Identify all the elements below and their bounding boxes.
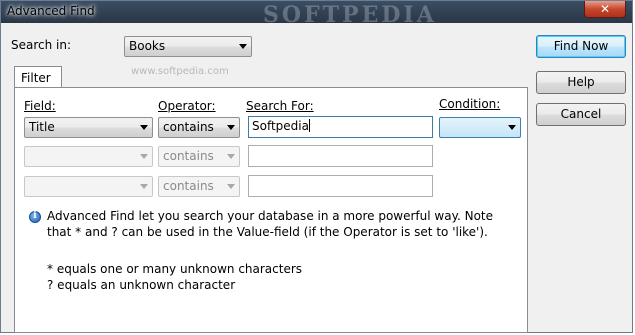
operator-select-2[interactable]: contains [158, 146, 240, 167]
search-for-input-1[interactable]: Softpedia [248, 116, 433, 138]
search-for-input-2[interactable] [248, 145, 433, 167]
watermark-url: www.softpedia.com [131, 66, 229, 77]
chevron-down-icon [239, 44, 247, 49]
tab-filter[interactable]: Filter [14, 66, 62, 88]
cancel-button[interactable]: Cancel [536, 103, 626, 126]
condition-select-1[interactable] [439, 117, 521, 138]
search-in-value: Books [129, 39, 166, 53]
operator-header: Operator: [158, 99, 216, 113]
search-in-select[interactable]: Books [124, 36, 252, 57]
chevron-down-icon [140, 184, 148, 189]
field-header: Field: [24, 99, 56, 113]
info-line-2: that * and ? can be used in the Value-fi… [47, 225, 488, 239]
tab-filter-label: Filter [21, 71, 51, 85]
info-icon: i [29, 211, 41, 223]
text-caret [308, 119, 310, 132]
advanced-find-window: SOFTPEDIA Advanced Find ✕ Search in: Boo… [0, 0, 633, 333]
field-select-2[interactable] [24, 146, 153, 167]
condition-header: Condition: [439, 97, 501, 111]
operator-select-1[interactable]: contains [158, 117, 240, 138]
find-now-button[interactable]: Find Now [536, 35, 626, 58]
title-bar[interactable]: SOFTPEDIA Advanced Find ✕ [1, 1, 632, 28]
info-line-4: ? equals an unknown character [47, 278, 236, 292]
chevron-down-icon [508, 125, 516, 130]
chevron-down-icon [227, 184, 235, 189]
operator-value-3: contains [163, 179, 214, 193]
chevron-down-icon [140, 125, 148, 130]
operator-value-1: contains [163, 120, 214, 134]
search-for-header: Search For: [246, 99, 314, 113]
dialog-body: Search in: Books www.softpedia.com Find … [1, 23, 632, 333]
window-title: Advanced Find [7, 4, 95, 18]
info-line-1: Advanced Find let you search your databa… [47, 209, 493, 223]
info-line-3: * equals one or many unknown characters [47, 262, 303, 276]
search-for-input-3[interactable] [248, 175, 433, 197]
field-select-1[interactable]: Title [24, 117, 153, 138]
close-icon: ✕ [599, 2, 611, 16]
close-button[interactable]: ✕ [584, 1, 626, 18]
field-value-1: Title [29, 120, 55, 134]
field-select-3[interactable] [24, 176, 153, 197]
chevron-down-icon [227, 125, 235, 130]
operator-select-3[interactable]: contains [158, 176, 240, 197]
operator-value-2: contains [163, 149, 214, 163]
search-for-value-1: Softpedia [252, 119, 309, 133]
chevron-down-icon [227, 154, 235, 159]
search-in-label: Search in: [11, 38, 72, 52]
help-button[interactable]: Help [536, 71, 626, 94]
chevron-down-icon [140, 154, 148, 159]
